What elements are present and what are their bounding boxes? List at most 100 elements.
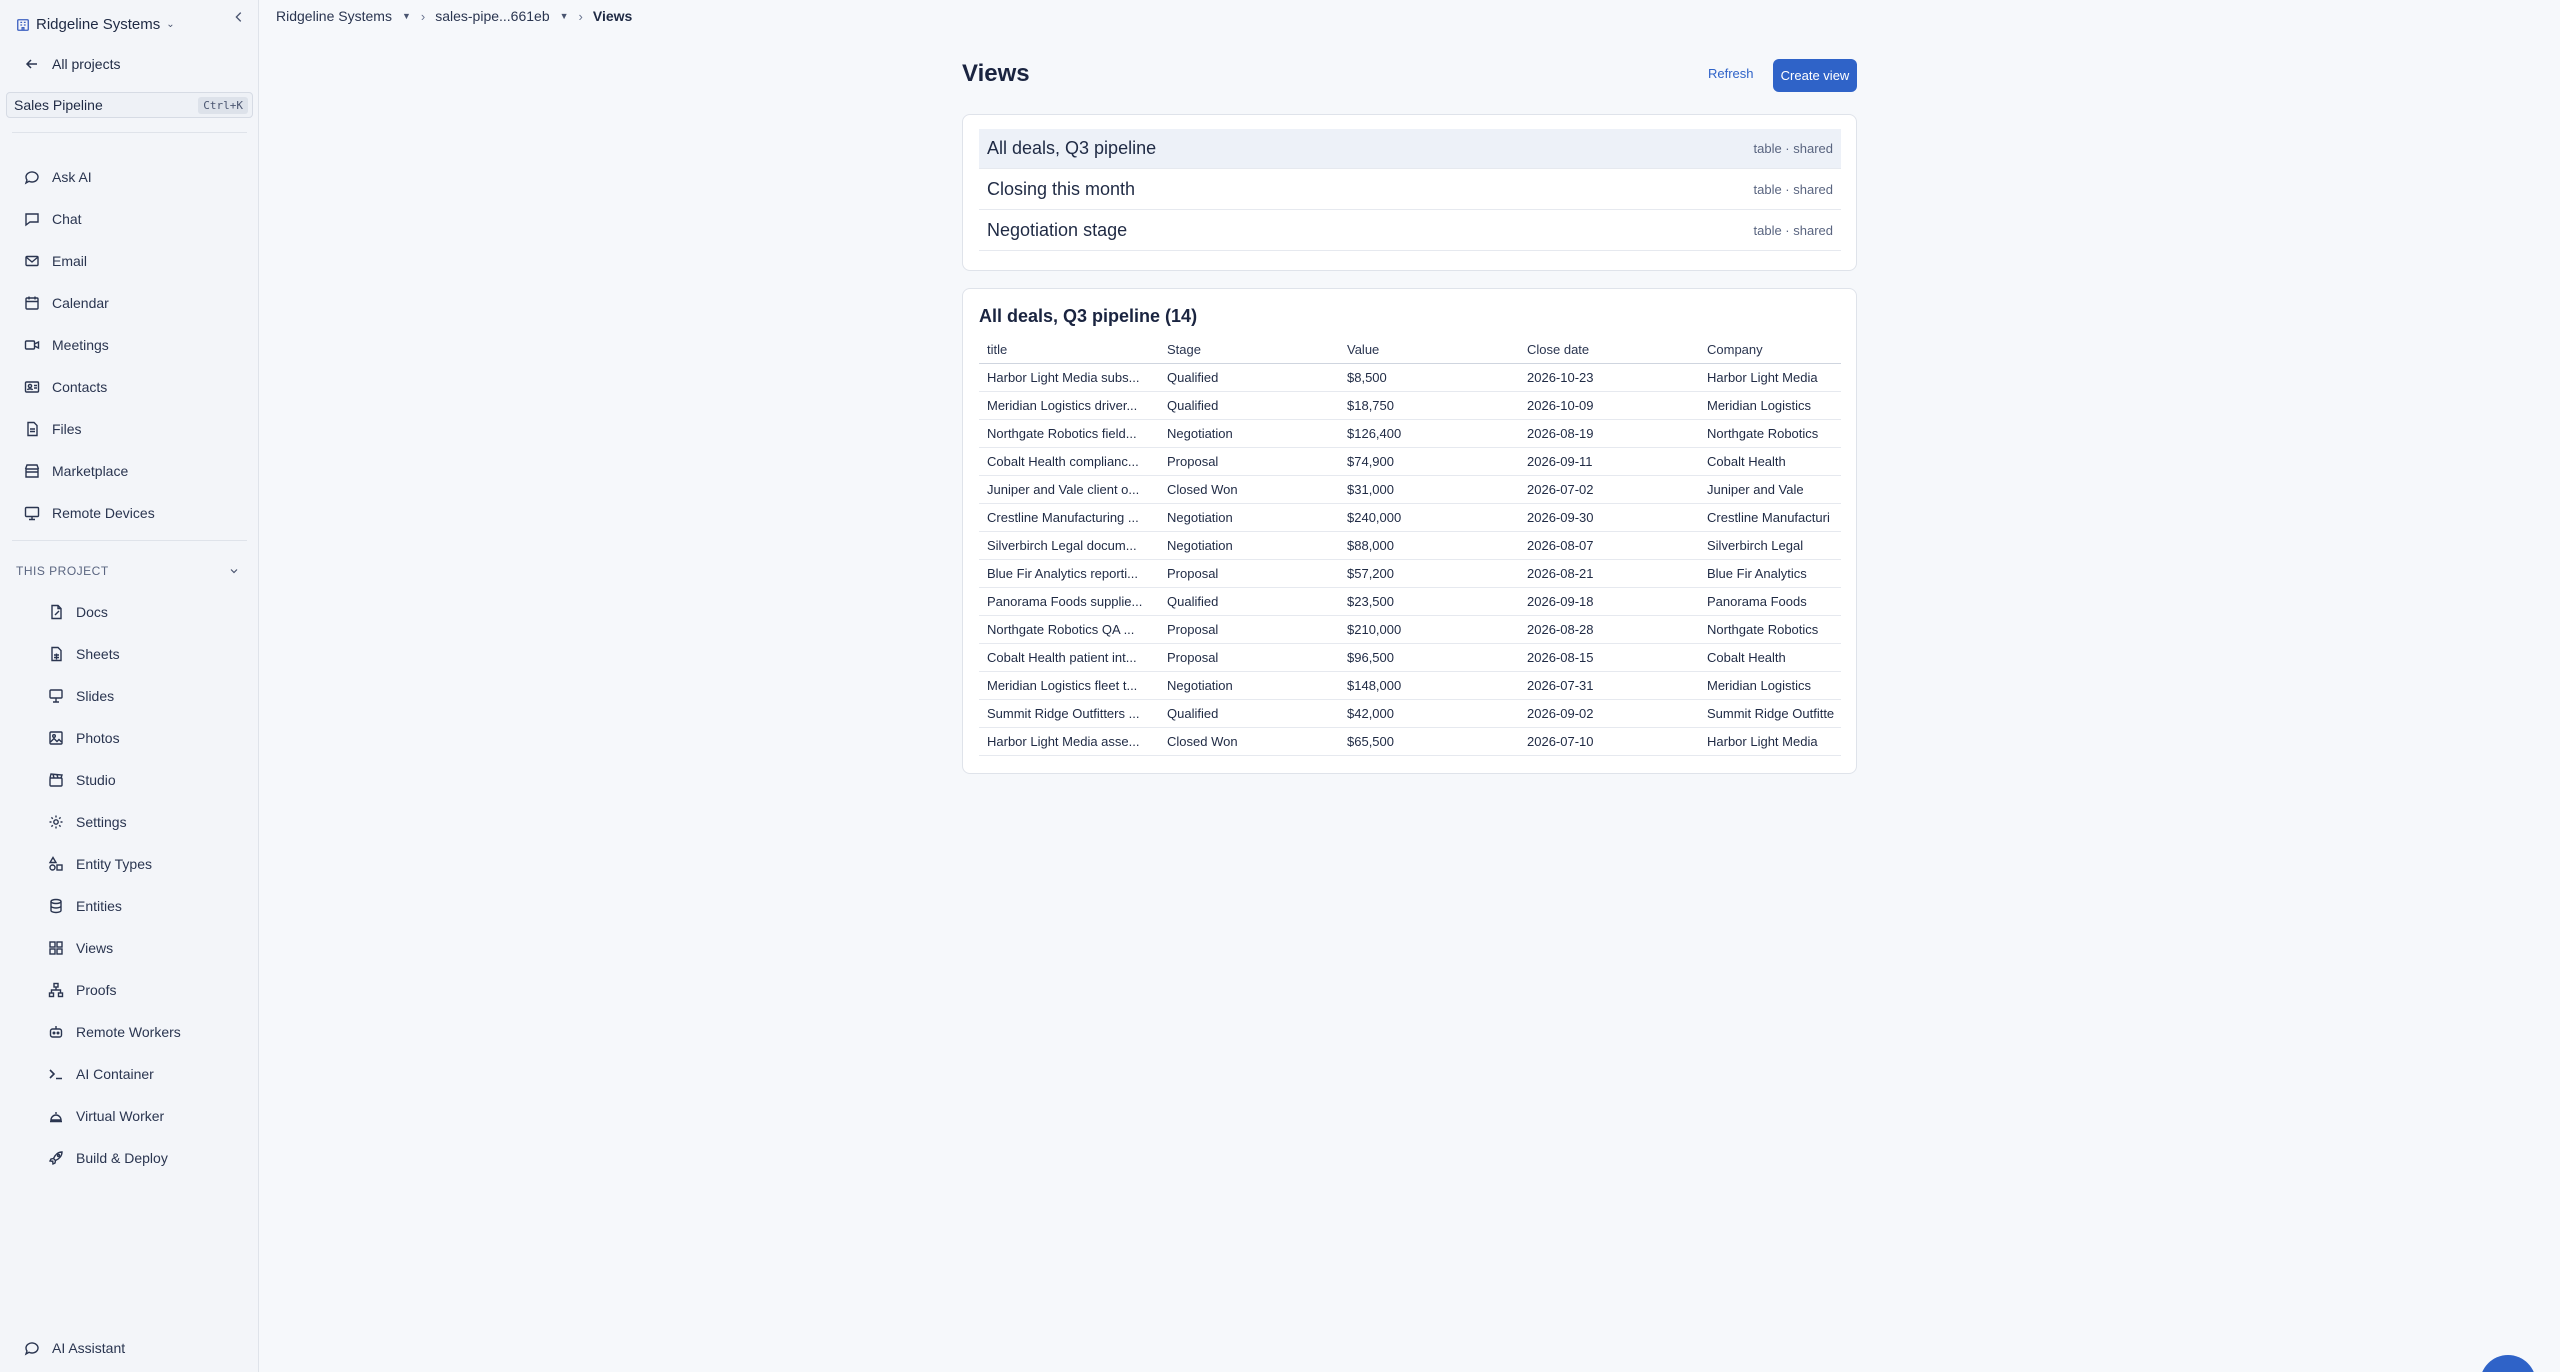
project-item-entity-types[interactable]: Entity Types bbox=[48, 853, 152, 875]
create-view-button[interactable]: Create view bbox=[1773, 59, 1857, 92]
cell-company: Silverbirch Legal bbox=[1699, 531, 1841, 560]
nav-item-email[interactable]: Email bbox=[24, 250, 87, 272]
dropdown-caret-icon[interactable]: ▼ bbox=[560, 11, 569, 21]
nav-item-files[interactable]: Files bbox=[24, 418, 82, 440]
project-item-views[interactable]: Views bbox=[48, 937, 113, 959]
ai-assistant-button[interactable]: AI Assistant bbox=[24, 1340, 125, 1356]
project-item-remote-workers[interactable]: Remote Workers bbox=[48, 1021, 181, 1043]
project-item-studio[interactable]: Studio bbox=[48, 769, 116, 791]
breadcrumb-project[interactable]: sales-pipe...661eb bbox=[435, 8, 549, 24]
project-item-label: Settings bbox=[76, 814, 127, 830]
cell-title: Blue Fir Analytics reporti... bbox=[979, 559, 1159, 588]
chevron-updown-icon: ⌄ bbox=[166, 19, 175, 30]
project-item-virtual-worker[interactable]: Virtual Worker bbox=[48, 1105, 164, 1127]
project-item-label: Photos bbox=[76, 730, 120, 746]
cell-title: Summit Ridge Outfitters ... bbox=[979, 699, 1159, 728]
column-header[interactable]: Value bbox=[1339, 337, 1519, 364]
arrow-left-icon bbox=[25, 59, 37, 69]
view-item[interactable]: Closing this month table · shared bbox=[979, 170, 1841, 210]
project-item-photos[interactable]: Photos bbox=[48, 727, 120, 749]
database-icon bbox=[50, 898, 62, 914]
cell-close-date: 2026-07-02 bbox=[1519, 475, 1699, 504]
cell-value: $42,000 bbox=[1339, 699, 1519, 728]
table-row[interactable]: Cobalt Health complianc... Proposal $74,90… bbox=[979, 447, 1841, 476]
cell-stage: Closed Won bbox=[1159, 475, 1339, 504]
nav-item-calendar[interactable]: Calendar bbox=[24, 292, 109, 314]
table-header-row: title Stage Value Close date Company bbox=[979, 337, 1841, 364]
table-row[interactable]: Northgate Robotics field... Negotiation $1… bbox=[979, 419, 1841, 448]
project-item-slides[interactable]: Slides bbox=[48, 685, 114, 707]
cell-stage: Proposal bbox=[1159, 447, 1339, 476]
nav-item-remote-devices[interactable]: Remote Devices bbox=[24, 502, 155, 524]
cell-company: Crestline Manufacturi bbox=[1699, 503, 1841, 532]
project-item-label: Entity Types bbox=[76, 856, 153, 872]
refresh-button[interactable]: Refresh bbox=[1708, 66, 1754, 81]
doc-icon bbox=[51, 604, 62, 620]
table-row[interactable]: Meridian Logistics driver... Qualified $18… bbox=[979, 391, 1841, 420]
table-row[interactable]: Summit Ridge Outfitters ... Qualified $42,… bbox=[979, 699, 1841, 728]
nav-item-ask-ai[interactable]: Ask AI bbox=[24, 166, 92, 188]
column-header[interactable]: Company bbox=[1699, 337, 1841, 364]
grid-icon bbox=[49, 941, 63, 955]
nav-label: Remote Devices bbox=[52, 505, 155, 521]
nav-label: Meetings bbox=[52, 337, 109, 353]
chat-bubble-icon bbox=[24, 171, 39, 185]
table-row[interactable]: Northgate Robotics QA ... Proposal $210,00… bbox=[979, 615, 1841, 644]
org-switcher[interactable]: Ridgeline Systems ⌄ bbox=[16, 16, 175, 33]
table-row[interactable]: Juniper and Vale client o... Closed Won $3… bbox=[979, 475, 1841, 504]
cell-close-date: 2026-09-18 bbox=[1519, 587, 1699, 616]
nav-item-chat[interactable]: Chat bbox=[24, 208, 82, 230]
view-item[interactable]: Negotiation stage table · shared bbox=[979, 211, 1841, 251]
column-header[interactable]: Stage bbox=[1159, 337, 1339, 364]
table-row[interactable]: Harbor Light Media asse... Closed Won $65,… bbox=[979, 727, 1841, 756]
cell-title: Meridian Logistics driver... bbox=[979, 391, 1159, 420]
cell-title: Silverbirch Legal docum... bbox=[979, 531, 1159, 560]
cell-close-date: 2026-08-15 bbox=[1519, 643, 1699, 672]
project-item-sheets[interactable]: Sheets bbox=[48, 643, 120, 665]
nav-label: Chat bbox=[52, 211, 82, 227]
view-name: Closing this month bbox=[987, 179, 1136, 199]
table-row[interactable]: Harbor Light Media subs... Qualified $8,50… bbox=[979, 363, 1841, 392]
cell-value: $23,500 bbox=[1339, 587, 1519, 616]
nav-item-contacts[interactable]: Contacts bbox=[24, 376, 107, 398]
view-meta: table · shared bbox=[1753, 141, 1834, 156]
project-shortcut: Ctrl+K bbox=[198, 96, 248, 114]
this-project-section-toggle[interactable]: THIS PROJECT bbox=[16, 564, 240, 578]
project-item-docs[interactable]: Docs bbox=[48, 601, 108, 623]
cell-title: Cobalt Health patient int... bbox=[979, 643, 1159, 672]
nav-item-marketplace[interactable]: Marketplace bbox=[24, 460, 128, 482]
cell-close-date: 2026-10-09 bbox=[1519, 391, 1699, 420]
sheet-icon bbox=[51, 646, 62, 662]
cell-stage: Negotiation bbox=[1159, 419, 1339, 448]
assistant-fab-button[interactable] bbox=[2480, 1355, 2536, 1372]
view-item[interactable]: All deals, Q3 pipeline table · shared bbox=[979, 129, 1841, 169]
column-header[interactable]: title bbox=[979, 337, 1159, 364]
dropdown-caret-icon[interactable]: ▼ bbox=[402, 11, 411, 21]
nav-item-meetings[interactable]: Meetings bbox=[24, 334, 109, 356]
table-row[interactable]: Crestline Manufacturing ... Negotiation $2… bbox=[979, 503, 1841, 532]
cell-company: Panorama Foods bbox=[1699, 587, 1841, 616]
mail-icon bbox=[25, 255, 39, 267]
all-projects-link[interactable]: All projects bbox=[24, 56, 120, 72]
cell-close-date: 2026-08-28 bbox=[1519, 615, 1699, 644]
project-item-settings[interactable]: Settings bbox=[48, 811, 127, 833]
cell-company: Harbor Light Media bbox=[1699, 727, 1841, 756]
project-switcher[interactable]: Sales Pipeline Ctrl+K bbox=[6, 92, 253, 118]
collapse-sidebar-icon[interactable] bbox=[232, 10, 248, 28]
breadcrumb-org[interactable]: Ridgeline Systems bbox=[276, 8, 392, 24]
column-header[interactable]: Close date bbox=[1519, 337, 1699, 364]
nav-label: Ask AI bbox=[52, 169, 92, 185]
view-name: Negotiation stage bbox=[987, 220, 1128, 240]
project-item-build-deploy[interactable]: Build & Deploy bbox=[48, 1147, 168, 1169]
table-row[interactable]: Blue Fir Analytics reporti... Proposal $57… bbox=[979, 559, 1841, 588]
table-row[interactable]: Silverbirch Legal docum... Negotiation $88… bbox=[979, 531, 1841, 560]
project-item-entities[interactable]: Entities bbox=[48, 895, 122, 917]
cell-value: $65,500 bbox=[1339, 727, 1519, 756]
project-item-proofs[interactable]: Proofs bbox=[48, 979, 116, 1001]
table-row[interactable]: Meridian Logistics fleet t... Negotiation… bbox=[979, 671, 1841, 700]
project-item-ai-container[interactable]: AI Container bbox=[48, 1063, 154, 1085]
cell-title: Juniper and Vale client o... bbox=[979, 475, 1159, 504]
table-row[interactable]: Cobalt Health patient int... Proposal $96,… bbox=[979, 643, 1841, 672]
breadcrumb: Ridgeline Systems ▼ › sales-pipe...661eb… bbox=[276, 8, 632, 24]
table-row[interactable]: Panorama Foods supplie... Qualified $23,50… bbox=[979, 587, 1841, 616]
